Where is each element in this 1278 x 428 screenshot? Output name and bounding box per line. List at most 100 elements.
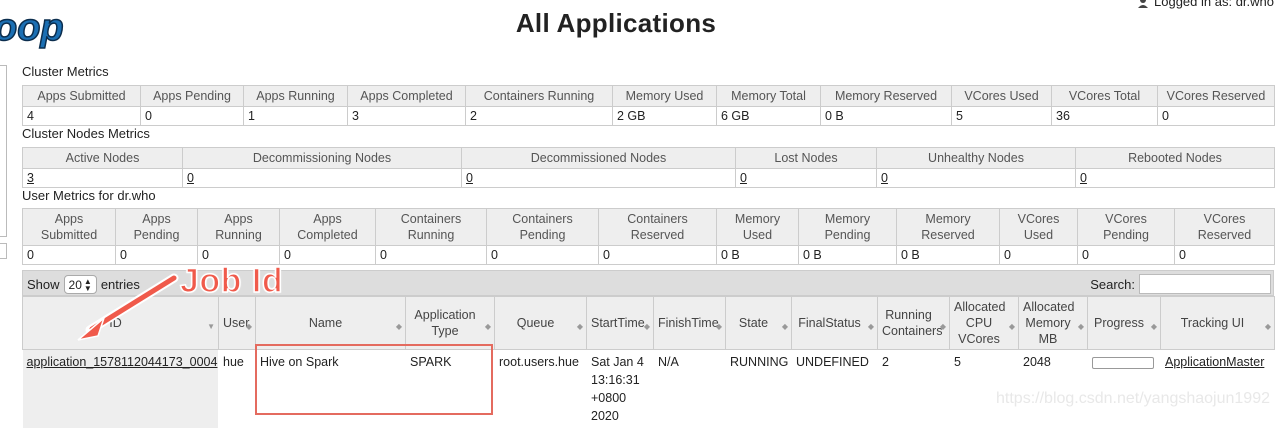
sort-icon: ◆ bbox=[1151, 319, 1157, 335]
metric-value: 0 bbox=[599, 246, 717, 265]
annotation-highlight-box bbox=[255, 344, 493, 415]
header-cell: Apps Running bbox=[244, 86, 348, 107]
header-cell: VCores Total bbox=[1052, 86, 1158, 107]
sort-icon: ◆ bbox=[246, 319, 252, 335]
user-icon bbox=[1136, 0, 1150, 9]
decommissioned-nodes-link[interactable]: 0 bbox=[466, 171, 473, 185]
rebooted-nodes-link[interactable]: 0 bbox=[1080, 171, 1087, 185]
search-control: Search: bbox=[1090, 274, 1271, 294]
header-cell: VCores Reserved bbox=[1175, 209, 1275, 246]
column-header-user[interactable]: User◆ bbox=[219, 297, 256, 350]
header-cell: VCores Used bbox=[952, 86, 1052, 107]
progress-bar bbox=[1092, 357, 1154, 369]
header-cell: Unhealthy Nodes bbox=[877, 148, 1076, 169]
column-header-allocated-memory[interactable]: Allocated Memory MB◆ bbox=[1019, 297, 1088, 350]
sort-icon: ◆ bbox=[485, 319, 491, 335]
metric-value: 2 bbox=[466, 107, 613, 126]
metric-value: 0 bbox=[487, 246, 599, 265]
metric-value: 36 bbox=[1052, 107, 1158, 126]
column-header-running-containers[interactable]: Running Containers◆ bbox=[878, 297, 950, 350]
column-header-allocated-vcores[interactable]: Allocated CPU VCores◆ bbox=[950, 297, 1019, 350]
cluster-nodes-metrics-title: Cluster Nodes Metrics bbox=[22, 126, 150, 141]
unhealthy-nodes-link[interactable]: 0 bbox=[881, 171, 888, 185]
cluster-metrics-table: Apps Submitted Apps Pending Apps Running… bbox=[22, 85, 1275, 126]
header-cell: Apps Completed bbox=[348, 86, 466, 107]
sort-icon: ◆ bbox=[1265, 319, 1271, 335]
cell-allocated-vcores: 5 bbox=[950, 350, 1019, 428]
header-cell: Apps Running bbox=[198, 209, 280, 246]
metric-value: 0 B bbox=[821, 107, 952, 126]
metric-value: 0 bbox=[1158, 107, 1275, 126]
sort-icon: ◆ bbox=[577, 319, 583, 335]
sort-icon: ◆ bbox=[396, 319, 402, 335]
metric-value: 2 GB bbox=[613, 107, 717, 126]
logged-in-status: Logged in as: dr.who bbox=[1136, 0, 1274, 9]
header-cell: VCores Used bbox=[1000, 209, 1078, 246]
sort-icon: ◆ bbox=[868, 319, 874, 335]
tracking-ui-link[interactable]: ApplicationMaster bbox=[1165, 355, 1264, 369]
search-input[interactable] bbox=[1139, 274, 1271, 294]
column-header-queue[interactable]: Queue◆ bbox=[495, 297, 587, 350]
decommissioning-nodes-link[interactable]: 0 bbox=[187, 171, 194, 185]
user-metrics-table: Apps Submitted Apps Pending Apps Running… bbox=[22, 208, 1275, 265]
header-cell: Apps Pending bbox=[141, 86, 244, 107]
metric-value: 3 bbox=[348, 107, 466, 126]
sort-icon: ◆ bbox=[1078, 319, 1084, 335]
cell-start-time: Sat Jan 4 13:16:31 +0800 2020 bbox=[587, 350, 654, 428]
column-header-finish-time[interactable]: FinishTime◆ bbox=[654, 297, 726, 350]
application-id-link[interactable]: application_1578112044173_0004 bbox=[27, 355, 218, 369]
metric-value: 0 bbox=[1175, 246, 1275, 265]
column-header-tracking-ui[interactable]: Tracking UI◆ bbox=[1161, 297, 1275, 350]
sort-icon: ◆ bbox=[1009, 319, 1015, 335]
header-cell: Memory Reserved bbox=[821, 86, 952, 107]
column-header-name[interactable]: Name◆ bbox=[256, 297, 406, 350]
header-cell: Memory Reserved bbox=[897, 209, 1000, 246]
header-cell: Containers Pending bbox=[487, 209, 599, 246]
header-cell: Decommissioning Nodes bbox=[183, 148, 462, 169]
header-cell: Containers Running bbox=[376, 209, 487, 246]
column-header-start-time[interactable]: StartTime◆ bbox=[587, 297, 654, 350]
applications-table: ID▼ User◆ Name◆ Application Type◆ Queue◆… bbox=[22, 296, 1275, 428]
metric-value: 0 bbox=[141, 107, 244, 126]
metric-value: 0 bbox=[280, 246, 376, 265]
metric-value: 0 bbox=[376, 246, 487, 265]
show-label: Show bbox=[27, 277, 60, 292]
cell-final-status: UNDEFINED bbox=[792, 350, 878, 428]
annotation-label: Job Id bbox=[180, 262, 283, 301]
metric-value: 0 B bbox=[717, 246, 799, 265]
header-cell: Apps Completed bbox=[280, 209, 376, 246]
page-title: All Applications bbox=[0, 8, 1232, 39]
annotation-arrow-icon bbox=[70, 270, 190, 350]
sort-icon: ◆ bbox=[940, 319, 946, 335]
cell-finish-time: N/A bbox=[654, 350, 726, 428]
header-cell: Memory Used bbox=[717, 209, 799, 246]
header-cell: Memory Pending bbox=[799, 209, 897, 246]
cell-user: hue bbox=[219, 350, 256, 428]
column-header-final-status[interactable]: FinalStatus◆ bbox=[792, 297, 878, 350]
active-nodes-link[interactable]: 3 bbox=[27, 171, 34, 185]
cell-state: RUNNING bbox=[726, 350, 792, 428]
header-cell: Containers Running bbox=[466, 86, 613, 107]
sort-icon: ◆ bbox=[782, 319, 788, 335]
header-cell: Decommissioned Nodes bbox=[462, 148, 736, 169]
metric-value: 0 B bbox=[897, 246, 1000, 265]
header-cell: Memory Total bbox=[717, 86, 821, 107]
sort-desc-icon: ▼ bbox=[207, 319, 215, 335]
column-header-state[interactable]: State◆ bbox=[726, 297, 792, 350]
table-row: application_1578112044173_0004 hue Hive … bbox=[23, 350, 1275, 428]
header-cell: Apps Submitted bbox=[23, 209, 116, 246]
column-header-application-type[interactable]: Application Type◆ bbox=[406, 297, 495, 350]
cell-allocated-memory: 2048 bbox=[1019, 350, 1088, 428]
cell-running-containers: 2 bbox=[878, 350, 950, 428]
sort-icon: ◆ bbox=[644, 319, 650, 335]
header-cell: Memory Used bbox=[613, 86, 717, 107]
sort-icon: ◆ bbox=[716, 319, 722, 335]
sidebar-collapsed[interactable] bbox=[0, 65, 7, 237]
cluster-nodes-metrics-table: Active Nodes Decommissioning Nodes Decom… bbox=[22, 147, 1275, 188]
metric-value: 6 GB bbox=[717, 107, 821, 126]
sidebar-collapsed-lower[interactable] bbox=[0, 243, 7, 259]
lost-nodes-link[interactable]: 0 bbox=[740, 171, 747, 185]
column-header-progress[interactable]: Progress◆ bbox=[1088, 297, 1161, 350]
search-label: Search: bbox=[1090, 277, 1135, 292]
logged-in-text: Logged in as: dr.who bbox=[1154, 0, 1274, 9]
